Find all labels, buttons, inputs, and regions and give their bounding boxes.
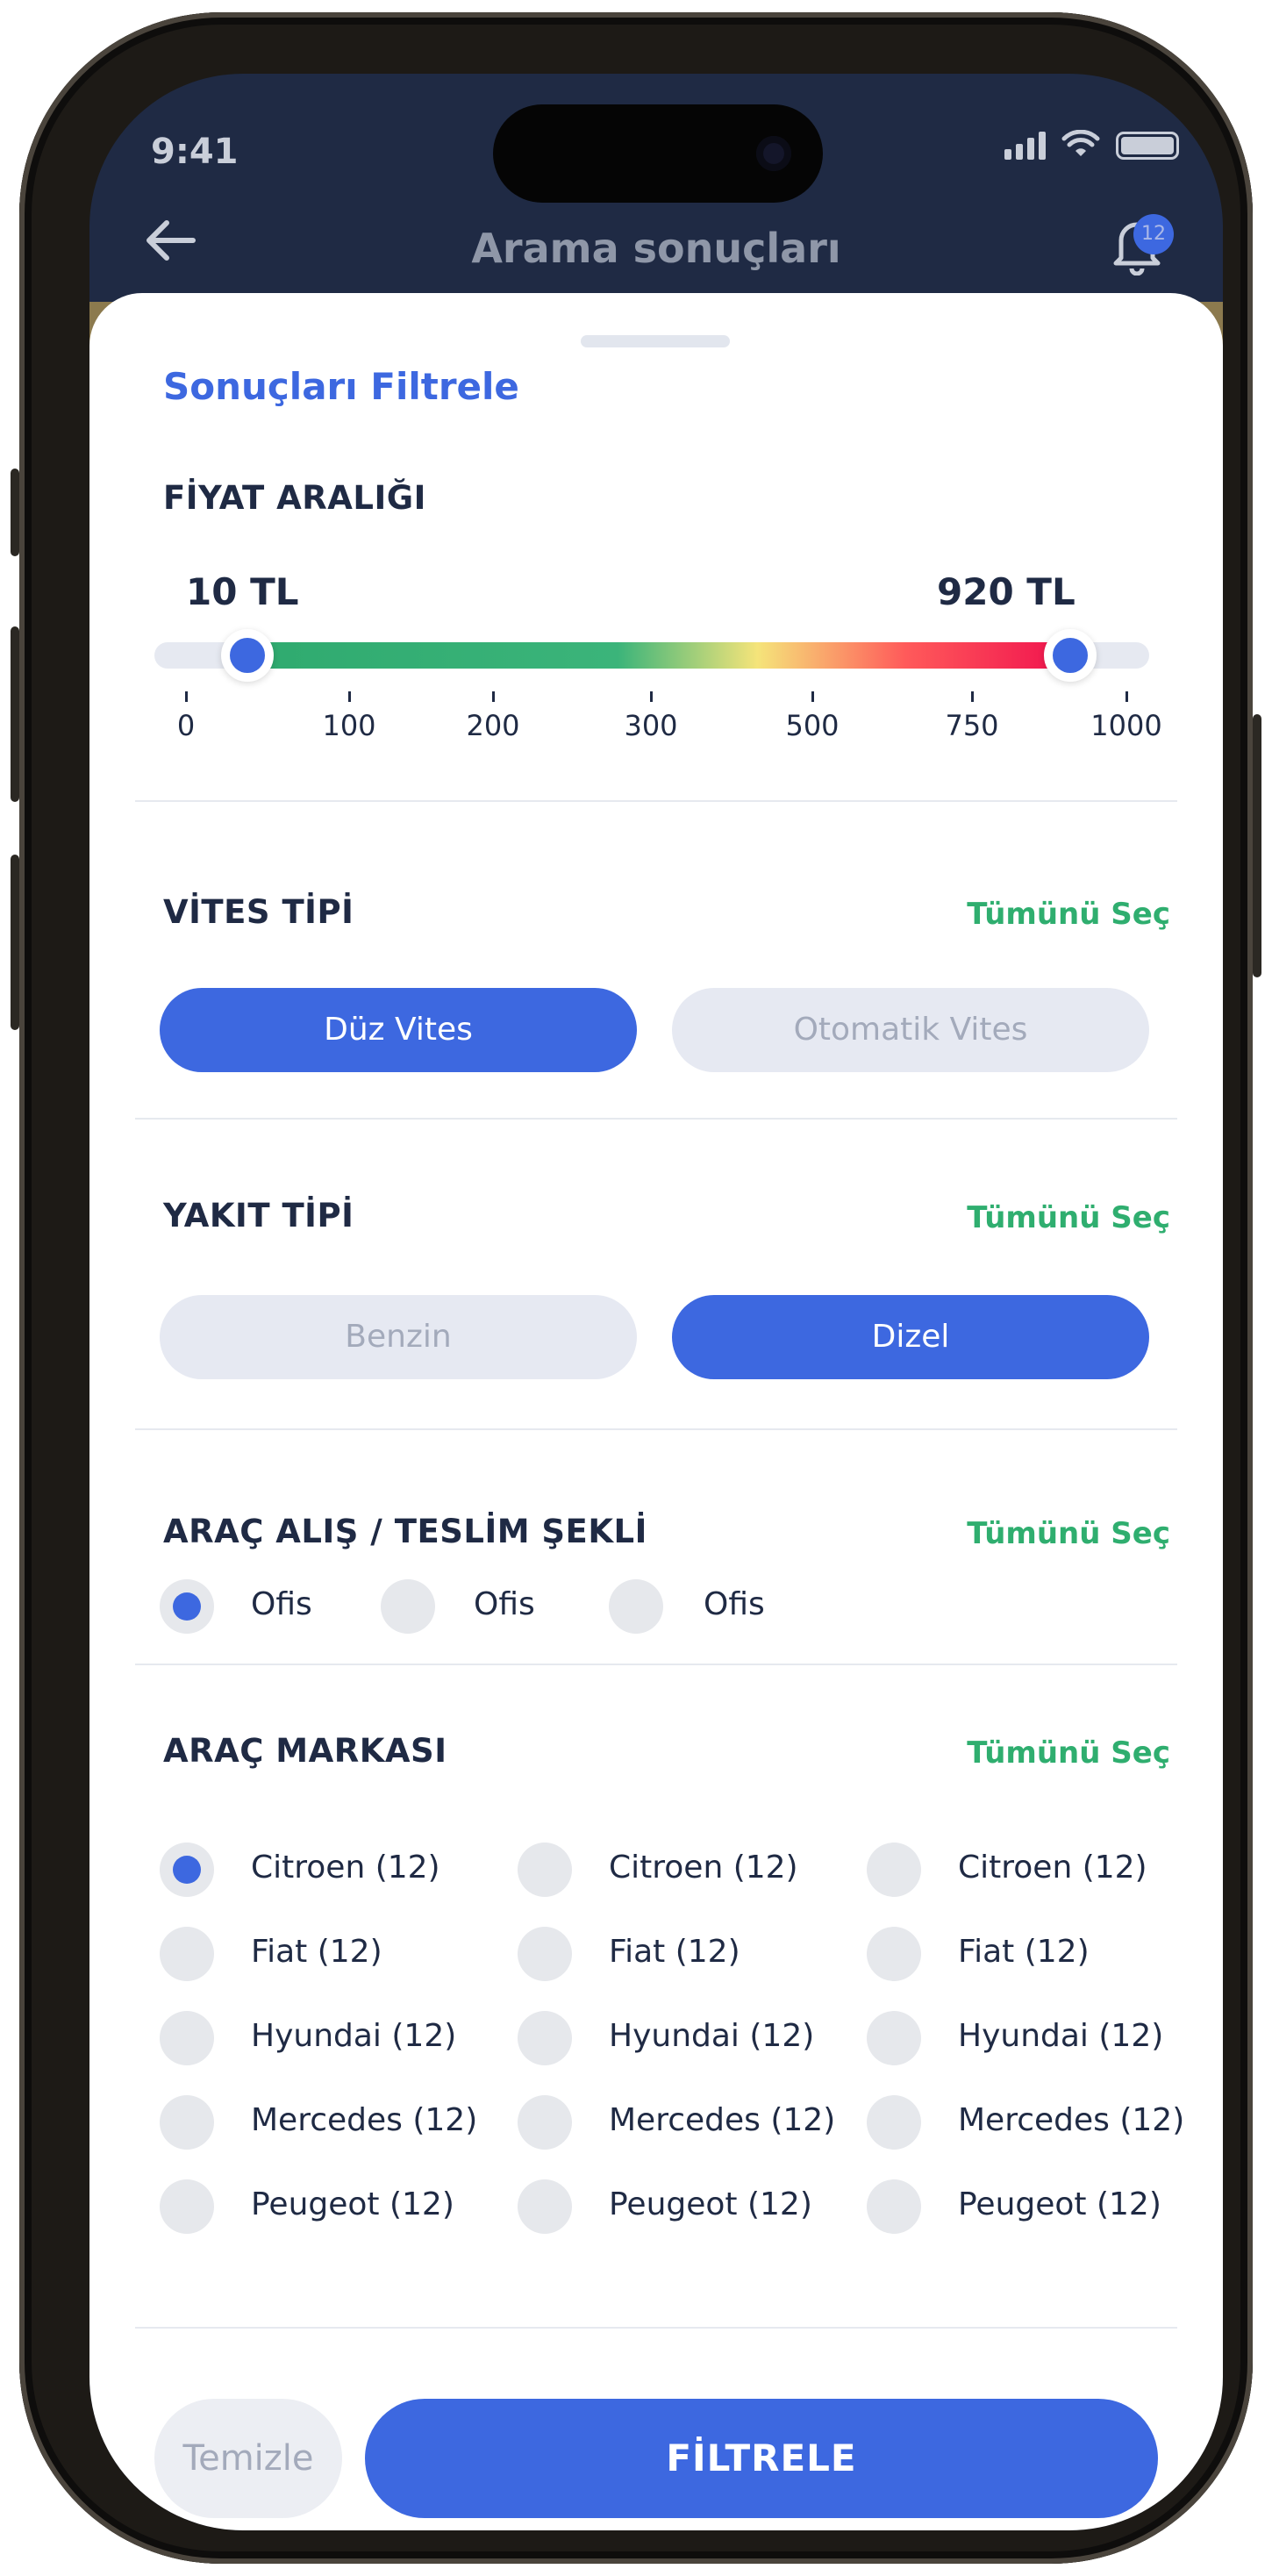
brand-radio-label: Peugeot (12) — [251, 2186, 454, 2222]
fuel-section-title: YAKIT TİPİ — [163, 1197, 354, 1234]
pickup-select-all-link[interactable]: Tümünü Seç — [967, 1516, 1170, 1551]
brand-radio[interactable] — [867, 2179, 921, 2234]
clear-button[interactable]: Temizle — [154, 2399, 342, 2518]
price-tick-label: 200 — [466, 709, 520, 742]
price-min-label: 10 TL — [186, 570, 299, 613]
price-tick-mark — [650, 691, 653, 702]
brand-radio-label: Peugeot (12) — [609, 2186, 812, 2222]
signal-icon — [1004, 132, 1046, 160]
divider — [135, 2327, 1177, 2329]
gear-option-automatic[interactable]: Otomatik Vites — [672, 988, 1149, 1072]
price-slider-max-handle[interactable] — [1044, 629, 1097, 682]
fuel-option-diesel[interactable]: Dizel — [672, 1295, 1149, 1379]
gear-section-title: VİTES TİPİ — [163, 893, 354, 931]
price-tick-mark — [492, 691, 495, 702]
brand-radio[interactable] — [867, 1927, 921, 1981]
brand-radio-label: Fiat (12) — [958, 1934, 1090, 1970]
dynamic-island — [493, 104, 823, 203]
wifi-icon — [1061, 130, 1100, 156]
fuel-select-all-link[interactable]: Tümünü Seç — [967, 1200, 1170, 1235]
fuel-option-gasoline[interactable]: Benzin — [160, 1295, 637, 1379]
brand-radio[interactable] — [867, 1843, 921, 1897]
battery-icon — [1116, 132, 1179, 160]
brand-radio-label: Peugeot (12) — [958, 2186, 1161, 2222]
camera-icon — [756, 136, 791, 171]
gear-select-all-link[interactable]: Tümünü Seç — [967, 897, 1170, 932]
filter-sheet: Sonuçları Filtrele FİYAT ARALIĞI 10 TL 9… — [89, 293, 1223, 2530]
brand-radio[interactable] — [160, 2011, 214, 2065]
brand-radio-label: Citroen (12) — [251, 1850, 440, 1885]
price-slider-range — [247, 642, 1070, 669]
pickup-section-title: ARAÇ ALIŞ / TESLİM ŞEKLİ — [163, 1513, 647, 1550]
price-tick-label: 100 — [322, 709, 376, 742]
price-tick-mark — [1126, 691, 1128, 702]
pickup-radio-label: Ofis — [474, 1586, 535, 1622]
divider — [135, 800, 1177, 802]
brand-radio[interactable] — [160, 1927, 214, 1981]
divider — [135, 1118, 1177, 1120]
price-tick-mark — [971, 691, 974, 702]
price-tick-mark — [348, 691, 351, 702]
power-button — [1253, 714, 1261, 977]
volume-down-button — [11, 855, 19, 1030]
price-tick-label: 500 — [785, 709, 840, 742]
status-time: 9:41 — [151, 132, 239, 172]
brand-radio-label: Mercedes (12) — [609, 2102, 836, 2138]
brand-radio-label: Mercedes (12) — [958, 2102, 1185, 2138]
price-slider-min-handle[interactable] — [221, 629, 274, 682]
price-tick-label: 300 — [624, 709, 678, 742]
brand-radio[interactable] — [518, 2179, 572, 2234]
price-tick-mark — [811, 691, 814, 702]
brand-radio[interactable] — [867, 2011, 921, 2065]
divider — [135, 1428, 1177, 1430]
brand-radio[interactable] — [160, 2095, 214, 2150]
brand-select-all-link[interactable]: Tümünü Seç — [967, 1735, 1170, 1771]
price-tick-label: 750 — [945, 709, 999, 742]
gear-option-manual[interactable]: Düz Vites — [160, 988, 637, 1072]
sheet-drag-handle[interactable] — [581, 335, 730, 347]
brand-radio[interactable] — [518, 2095, 572, 2150]
brand-radio-label: Hyundai (12) — [251, 2018, 457, 2054]
divider — [135, 1664, 1177, 1665]
sheet-title: Sonuçları Filtrele — [163, 365, 519, 408]
price-tick-mark — [185, 691, 188, 702]
brand-radio[interactable] — [160, 2179, 214, 2234]
brand-radio-label: Fiat (12) — [609, 1934, 740, 1970]
notification-badge: 12 — [1133, 214, 1174, 254]
pickup-radio-label: Ofis — [704, 1586, 765, 1622]
brand-radio-label: Citroen (12) — [609, 1850, 798, 1885]
price-max-label: 920 TL — [937, 570, 1075, 613]
brand-radio[interactable] — [518, 1843, 572, 1897]
brand-radio[interactable] — [518, 1927, 572, 1981]
volume-up-button — [11, 626, 19, 802]
brand-radio[interactable] — [518, 2011, 572, 2065]
price-tick-label: 0 — [176, 709, 196, 742]
brand-radio-label: Fiat (12) — [251, 1934, 382, 1970]
brand-radio-label: Citroen (12) — [958, 1850, 1147, 1885]
price-tick-label: 1000 — [1090, 709, 1162, 742]
price-section-title: FİYAT ARALIĞI — [163, 479, 426, 517]
pickup-radio-label: Ofis — [251, 1586, 312, 1622]
pickup-radio[interactable] — [160, 1579, 214, 1634]
brand-radio-label: Hyundai (12) — [609, 2018, 815, 2054]
brand-radio[interactable] — [867, 2095, 921, 2150]
phone-frame: 9:41 Arama sonuçları 12 Sonuçları Filtre… — [11, 12, 1261, 2564]
brand-radio-label: Mercedes (12) — [251, 2102, 478, 2138]
filter-button[interactable]: FİLTRELE — [365, 2399, 1158, 2518]
screen: 9:41 Arama sonuçları 12 Sonuçları Filtre… — [89, 74, 1223, 2530]
status-icons — [1004, 130, 1179, 160]
brand-section-title: ARAÇ MARKASI — [163, 1732, 447, 1770]
pickup-radio[interactable] — [609, 1579, 663, 1634]
brand-radio-label: Hyundai (12) — [958, 2018, 1164, 2054]
page-title: Arama sonuçları — [471, 225, 841, 272]
brand-radio[interactable] — [160, 1843, 214, 1897]
mute-switch — [11, 469, 19, 556]
pickup-radio[interactable] — [381, 1579, 435, 1634]
